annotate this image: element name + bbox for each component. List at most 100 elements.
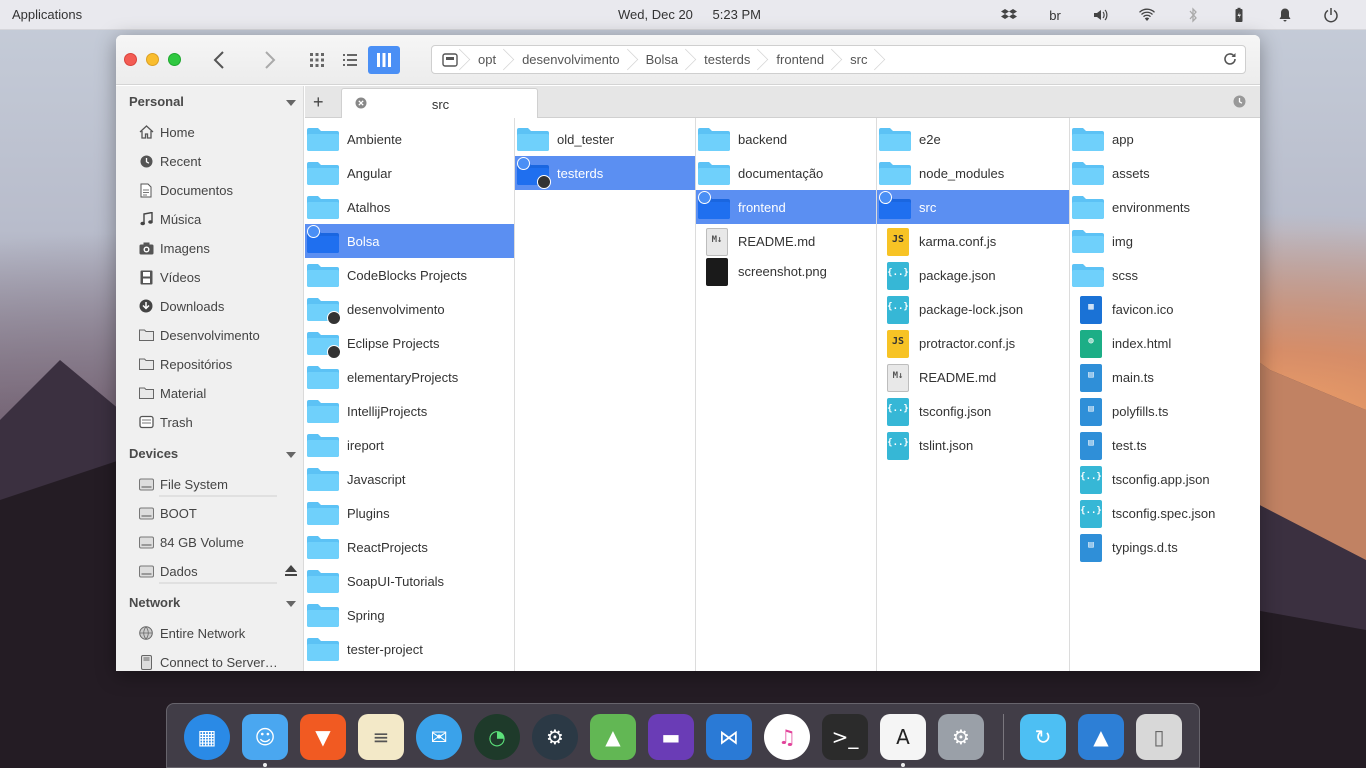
file-item-polyfills-ts[interactable]: ▤ polyfills.ts xyxy=(1070,394,1260,428)
tab-src[interactable]: src xyxy=(341,88,538,119)
folder-item-img[interactable]: img xyxy=(1070,224,1260,258)
dock-steam-icon[interactable]: ⚙ xyxy=(532,714,578,760)
maximize-window-button[interactable] xyxy=(168,53,181,66)
breadcrumb-testerds[interactable]: testerds xyxy=(694,46,766,73)
folder-item-soapui-tutorials[interactable]: SoapUI-Tutorials xyxy=(305,564,514,598)
folder-item-e2e[interactable]: e2e xyxy=(877,122,1069,156)
folder-item-intellijprojects[interactable]: IntellijProjects xyxy=(305,394,514,428)
volume-icon[interactable] xyxy=(1078,4,1124,26)
dock-visual-studio-icon[interactable]: ▬ xyxy=(648,714,694,760)
breadcrumb-opt[interactable]: opt xyxy=(468,46,512,73)
file-item-package-json[interactable]: {..} package.json xyxy=(877,258,1069,292)
file-item-protractor-conf-js[interactable]: JS protractor.conf.js xyxy=(877,326,1069,360)
folder-item-eclipse-projects[interactable]: Eclipse Projects xyxy=(305,326,514,360)
wifi-icon[interactable] xyxy=(1124,4,1170,26)
folder-item-environments[interactable]: environments xyxy=(1070,190,1260,224)
breadcrumb-src[interactable]: src xyxy=(840,46,883,73)
folder-item-src[interactable]: src xyxy=(877,190,1069,224)
sidebar-item-entire-network[interactable]: Entire Network xyxy=(138,622,298,644)
file-item-typings-d-ts[interactable]: ▤ typings.d.ts xyxy=(1070,530,1260,564)
sidebar-header-network[interactable]: Network xyxy=(129,595,180,610)
file-item-main-ts[interactable]: ▤ main.ts xyxy=(1070,360,1260,394)
sidebar-item-dados[interactable]: Dados xyxy=(138,560,298,582)
minimize-window-button[interactable] xyxy=(146,53,159,66)
new-tab-button[interactable]: + xyxy=(313,92,324,113)
dock-vscode-icon[interactable]: ⋈ xyxy=(706,714,752,760)
file-item-tslint-json[interactable]: {..} tslint.json xyxy=(877,428,1069,462)
folder-item-assets[interactable]: assets xyxy=(1070,156,1260,190)
breadcrumb-desenvolvimento[interactable]: desenvolvimento xyxy=(512,46,636,73)
dock-multitasking-view-icon[interactable]: ▦ xyxy=(184,714,230,760)
file-item-tsconfig-json[interactable]: {..} tsconfig.json xyxy=(877,394,1069,428)
folder-item-atalhos[interactable]: Atalhos xyxy=(305,190,514,224)
applications-menu[interactable]: Applications xyxy=(12,7,82,22)
folder-item-documenta-o[interactable]: documentação xyxy=(696,156,876,190)
sidebar-item-documentos[interactable]: Documentos xyxy=(138,179,298,201)
clock[interactable]: Wed, Dec 20 5:23 PM xyxy=(618,7,761,22)
sidebar-item-v-deos[interactable]: Vídeos xyxy=(138,266,298,288)
dock-system-settings-icon[interactable]: ⚙ xyxy=(938,714,984,760)
dock-trash-icon[interactable]: ▯ xyxy=(1136,714,1182,760)
folder-item-angular[interactable]: Angular xyxy=(305,156,514,190)
dock-clock-icon[interactable]: ◔ xyxy=(474,714,520,760)
sidebar-item-reposit-rios[interactable]: Repositórios xyxy=(138,353,298,375)
sidebar-item-imagens[interactable]: Imagens xyxy=(138,237,298,259)
dock-terminal-icon[interactable]: >_ xyxy=(822,714,868,760)
file-item-screenshot-png[interactable]: screenshot.png xyxy=(696,254,876,288)
folder-item-ireport[interactable]: ireport xyxy=(305,428,514,462)
eject-icon[interactable] xyxy=(284,564,298,580)
file-item-karma-conf-js[interactable]: JS karma.conf.js xyxy=(877,224,1069,258)
dock-finder-icon[interactable]: ☺ xyxy=(242,714,288,767)
sidebar-header-personal[interactable]: Personal xyxy=(129,94,184,109)
forward-button[interactable] xyxy=(256,47,284,73)
file-item-package-lock-json[interactable]: {..} package-lock.json xyxy=(877,292,1069,326)
sidebar-item-material[interactable]: Material xyxy=(138,382,298,404)
folder-item-frontend[interactable]: frontend xyxy=(696,190,876,224)
breadcrumb-root[interactable] xyxy=(432,46,468,73)
folder-item-plugins[interactable]: Plugins xyxy=(305,496,514,530)
folder-item-ambiente[interactable]: Ambiente xyxy=(305,122,514,156)
bluetooth-icon[interactable] xyxy=(1170,4,1216,26)
chevron-down-icon[interactable] xyxy=(286,100,296,106)
file-item-readme-md[interactable]: M↓ README.md xyxy=(696,224,876,258)
file-item-tsconfig-app-json[interactable]: {..} tsconfig.app.json xyxy=(1070,462,1260,496)
sidebar-item-connect-to-server[interactable]: Connect to Server… xyxy=(138,651,298,671)
back-button[interactable] xyxy=(205,47,233,73)
folder-item-codeblocks-projects[interactable]: CodeBlocks Projects xyxy=(305,258,514,292)
file-item-favicon-ico[interactable]: ▦ favicon.ico xyxy=(1070,292,1260,326)
folder-item-tester-project[interactable]: tester-project xyxy=(305,632,514,666)
dock-downloads-folder-icon[interactable]: ↻ xyxy=(1020,714,1066,760)
file-item-tsconfig-spec-json[interactable]: {..} tsconfig.spec.json xyxy=(1070,496,1260,530)
folder-item-elementaryprojects[interactable]: elementaryProjects xyxy=(305,360,514,394)
dock-android-studio-icon[interactable]: ▲ xyxy=(590,714,636,760)
tab-history-button[interactable] xyxy=(1233,95,1246,111)
folder-item-spring[interactable]: Spring xyxy=(305,598,514,632)
dock-brave-browser-icon[interactable]: ▼ xyxy=(300,714,346,760)
dock-mail-icon[interactable]: ✉ xyxy=(416,714,462,760)
reload-button[interactable] xyxy=(1223,52,1237,69)
breadcrumb-bolsa[interactable]: Bolsa xyxy=(636,46,695,73)
sidebar-item-downloads[interactable]: Downloads xyxy=(138,295,298,317)
file-item-index-html[interactable]: ◍ index.html xyxy=(1070,326,1260,360)
breadcrumb-frontend[interactable]: frontend xyxy=(766,46,840,73)
folder-item-scss[interactable]: scss xyxy=(1070,258,1260,292)
folder-item-node-modules[interactable]: node_modules xyxy=(877,156,1069,190)
icon-view-button[interactable] xyxy=(301,46,333,74)
notifications-icon[interactable] xyxy=(1262,4,1308,26)
folder-item-backend[interactable]: backend xyxy=(696,122,876,156)
file-item-readme-md[interactable]: M↓ README.md xyxy=(877,360,1069,394)
dock-itunes-icon[interactable]: ♫ xyxy=(764,714,810,760)
sidebar-item-recent[interactable]: Recent xyxy=(138,150,298,172)
dropbox-icon[interactable] xyxy=(986,4,1032,26)
sidebar-item-boot[interactable]: BOOT xyxy=(138,502,298,524)
dock-photos-icon[interactable]: ▲ xyxy=(1078,714,1124,760)
chevron-down-icon[interactable] xyxy=(286,601,296,607)
list-view-button[interactable] xyxy=(334,46,366,74)
sidebar-item-file-system[interactable]: File System xyxy=(138,473,298,495)
sidebar-item-84-gb-volume[interactable]: 84 GB Volume xyxy=(138,531,298,553)
folder-item-app[interactable]: app xyxy=(1070,122,1260,156)
folder-item-bolsa[interactable]: Bolsa xyxy=(305,224,514,258)
chevron-down-icon[interactable] xyxy=(286,452,296,458)
sidebar-header-devices[interactable]: Devices xyxy=(129,446,178,461)
keyboard-layout-indicator[interactable]: br xyxy=(1032,4,1078,26)
